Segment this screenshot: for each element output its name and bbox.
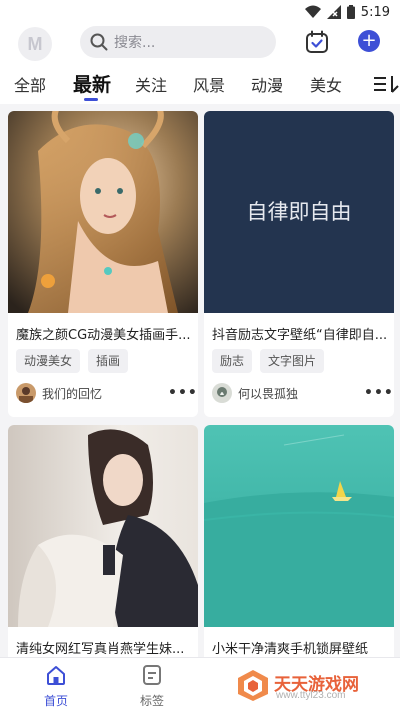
nav-home[interactable]: 首页 [31, 664, 81, 709]
logo-letter: M [27, 33, 43, 54]
tab-latest[interactable]: 最新 [73, 70, 111, 97]
tag-chip[interactable]: 文字图片 [260, 349, 325, 373]
nav-tags-label: 标签 [139, 694, 164, 708]
wallpaper-card[interactable]: 清纯女网红写真肖燕学生妹... [8, 425, 198, 657]
top-header: M 搜索... + [0, 24, 400, 64]
wallpaper-image[interactable]: 自律即自由 [204, 111, 394, 313]
card-title[interactable]: 抖音励志文字壁纸“自律即自... [212, 324, 390, 343]
status-bar: 5:19 [0, 0, 400, 24]
nav-home-label: 首页 [43, 694, 68, 708]
author-row[interactable]: 何以畏孤独 [212, 383, 298, 403]
tab-anime[interactable]: 动漫 [251, 72, 283, 96]
tag-row: 励志 文字图片 [212, 349, 325, 373]
tag-chip[interactable]: 动漫美女 [16, 349, 81, 373]
search-icon [90, 33, 108, 51]
tab-all[interactable]: 全部 [14, 72, 46, 96]
calendar-check-icon[interactable] [305, 30, 329, 54]
app-logo[interactable]: M [18, 27, 52, 61]
card-title[interactable]: 小米干净清爽手机锁屏壁纸 [212, 638, 390, 657]
more-options-icon[interactable]: ••• [168, 385, 198, 401]
wallpaper-card[interactable]: 魔族之颜CG动漫美女插画手... 动漫美女 插画 我们的回忆 ••• [8, 111, 198, 417]
add-button[interactable]: + [358, 30, 380, 52]
avatar [212, 383, 232, 403]
search-box[interactable]: 搜索... [80, 26, 276, 58]
battery-icon [346, 5, 355, 19]
wifi-icon [304, 5, 321, 18]
wallpaper-image[interactable] [8, 425, 198, 627]
card-title[interactable]: 清纯女网红写真肖燕学生妹... [16, 638, 194, 657]
tab-scenery[interactable]: 风景 [193, 72, 225, 96]
tab-beauty[interactable]: 美女 [310, 72, 342, 96]
tab-following[interactable]: 关注 [135, 72, 167, 96]
wallpaper-card[interactable]: 自律即自由 抖音励志文字壁纸“自律即自... 励志 文字图片 何以畏孤独 ••• [204, 111, 394, 417]
signal-icon [326, 5, 341, 19]
menu-more-icon[interactable] [372, 72, 400, 96]
wallpaper-image[interactable] [204, 425, 394, 627]
card-title[interactable]: 魔族之颜CG动漫美女插画手... [16, 324, 194, 343]
tag-chip[interactable]: 插画 [88, 349, 129, 373]
image-calligraphy-text: 自律即自由 [247, 200, 352, 224]
tag-list-icon [143, 665, 161, 685]
home-icon [47, 666, 65, 685]
tag-chip[interactable]: 励志 [212, 349, 253, 373]
watermark-icon [238, 670, 268, 701]
watermark-url: www.ttyl23.com [276, 690, 346, 701]
avatar [16, 383, 36, 403]
category-tabs: 全部 最新 关注 风景 动漫 美女 [0, 64, 400, 104]
more-options-icon[interactable]: ••• [364, 385, 394, 401]
wallpaper-card[interactable]: 小米干净清爽手机锁屏壁纸 [204, 425, 394, 657]
clock-time: 5:19 [360, 4, 390, 20]
tag-row: 动漫美女 插画 [16, 349, 129, 373]
nav-tags[interactable]: 标签 [127, 664, 177, 709]
search-placeholder: 搜索... [114, 35, 156, 51]
author-row[interactable]: 我们的回忆 [16, 383, 102, 403]
wallpaper-image[interactable] [8, 111, 198, 313]
watermark-logo: 天天游戏网 www.ttyl23.com [236, 668, 396, 704]
wallpaper-feed: 魔族之颜CG动漫美女插画手... 动漫美女 插画 我们的回忆 ••• 自律即自由… [0, 104, 400, 657]
author-name: 我们的回忆 [42, 386, 103, 401]
plus-icon: + [361, 30, 377, 51]
author-name: 何以畏孤独 [238, 386, 299, 401]
active-tab-indicator [84, 98, 98, 101]
bottom-navigation: 首页 标签 天天游戏网 www.ttyl23.com [0, 657, 400, 711]
